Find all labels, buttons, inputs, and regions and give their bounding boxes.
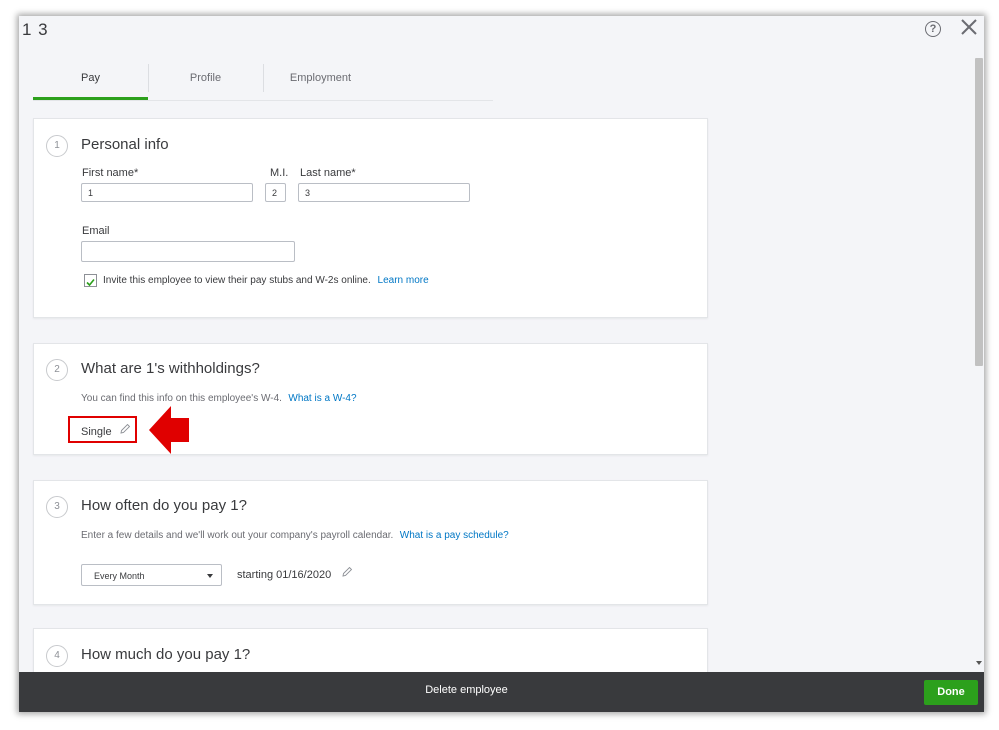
withholdings-description: You can find this info on this employee'…	[81, 393, 282, 404]
mi-label: M.I.	[270, 167, 289, 179]
first-name-label: First name*	[82, 167, 139, 179]
last-name-label: Last name*	[300, 167, 356, 179]
pay-frequency-select[interactable]: Every Month	[81, 564, 222, 586]
checkmark-icon	[86, 278, 95, 287]
step-number: 1	[46, 135, 68, 157]
last-name-field[interactable]: 3	[298, 183, 470, 202]
pencil-icon[interactable]	[341, 566, 353, 578]
invite-checkbox[interactable]	[84, 274, 97, 287]
pay-start-date: starting 01/16/2020	[237, 569, 332, 581]
tab-pay[interactable]: Pay	[33, 64, 148, 100]
email-field[interactable]	[81, 241, 295, 262]
withholdings-description-row: You can find this info on this employee'…	[81, 388, 357, 406]
step-number: 4	[46, 645, 68, 667]
help-icon[interactable]: ?	[925, 21, 941, 37]
section-title: What are 1's withholdings?	[81, 360, 260, 377]
employee-dialog: 1 3 ? Pay Profile Employment 1 Personal …	[19, 16, 984, 712]
first-name-field[interactable]: 1	[81, 183, 253, 202]
dialog-footer: Delete employee Done	[19, 672, 984, 712]
chevron-down-icon	[207, 574, 213, 578]
personal-info-card: 1 Personal info First name* 1 M.I. 2 Las…	[33, 118, 708, 318]
step-number: 3	[46, 496, 68, 518]
step-number: 2	[46, 359, 68, 381]
tab-employment[interactable]: Employment	[263, 64, 378, 99]
pay-schedule-description: Enter a few details and we'll work out y…	[81, 530, 394, 541]
pay-schedule-description-row: Enter a few details and we'll work out y…	[81, 525, 509, 543]
done-button[interactable]: Done	[924, 680, 978, 705]
dialog-titlebar: 1 3 ?	[19, 16, 984, 46]
annotation-highlight-box	[68, 416, 137, 443]
pay-schedule-card: 3 How often do you pay 1? Enter a few de…	[33, 480, 708, 605]
annotation-arrow-icon	[149, 406, 189, 454]
scroll-down-arrow-icon[interactable]	[976, 661, 982, 665]
section-title: How much do you pay 1?	[81, 646, 251, 663]
email-label: Email	[82, 225, 110, 237]
learn-more-link[interactable]: Learn more	[378, 275, 429, 286]
dialog-title: 1 3	[22, 20, 49, 39]
scrollbar-thumb[interactable]	[975, 58, 983, 366]
what-is-pay-schedule-link[interactable]: What is a pay schedule?	[400, 530, 509, 541]
tab-profile[interactable]: Profile	[148, 64, 263, 99]
tab-bar: Pay Profile Employment	[33, 64, 493, 101]
section-title: Personal info	[81, 136, 169, 153]
section-title: How often do you pay 1?	[81, 497, 247, 514]
pay-frequency-value: Every Month	[94, 571, 145, 581]
invite-row: Invite this employee to view their pay s…	[103, 275, 429, 286]
invite-label: Invite this employee to view their pay s…	[103, 275, 371, 286]
delete-employee-button[interactable]: Delete employee	[19, 684, 914, 696]
close-icon[interactable]	[960, 18, 978, 36]
what-is-w4-link[interactable]: What is a W-4?	[288, 393, 356, 404]
mi-field[interactable]: 2	[265, 183, 286, 202]
